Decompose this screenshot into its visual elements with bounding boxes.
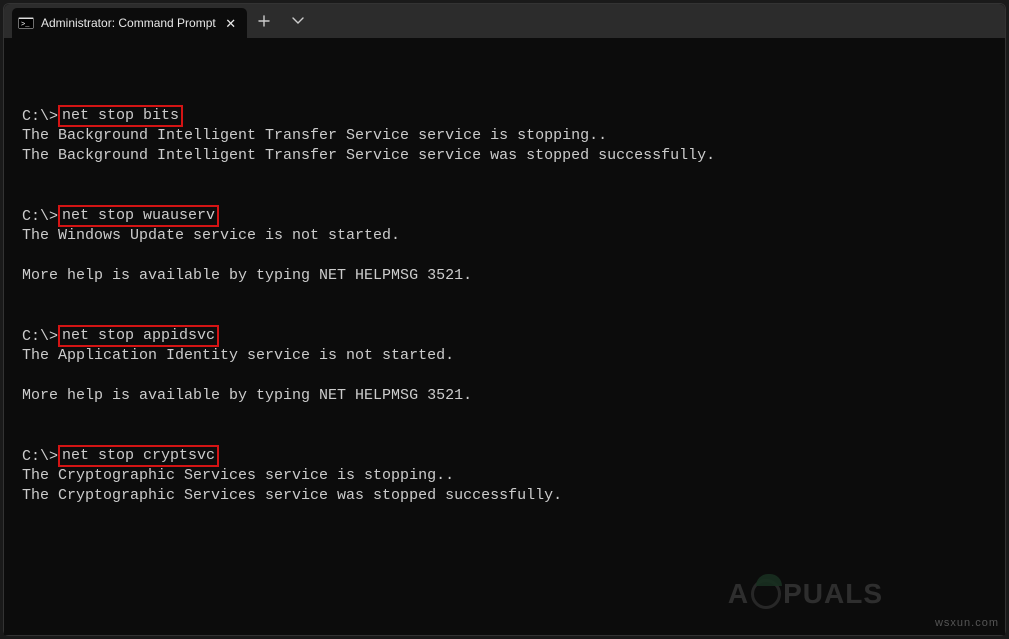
terminal-line bbox=[22, 546, 1005, 566]
terminal-body[interactable]: C:\>net stop bitsThe Background Intellig… bbox=[4, 38, 1005, 635]
svg-text:>_: >_ bbox=[21, 21, 30, 29]
terminal-line: C:\>net stop bits bbox=[22, 106, 1005, 126]
tab-title: Administrator: Command Prompt bbox=[41, 16, 216, 30]
watermark-logo: A PUALS bbox=[728, 578, 883, 610]
prompt: C:\> bbox=[22, 108, 58, 125]
command-text: net stop cryptsvc bbox=[58, 445, 219, 467]
command-text: net stop appidsvc bbox=[58, 325, 219, 347]
prompt: C:\> bbox=[22, 328, 58, 345]
prompt: C:\> bbox=[22, 208, 58, 225]
terminal-line bbox=[22, 526, 1005, 546]
output-line: More help is available by typing NET HEL… bbox=[22, 266, 1005, 286]
output-line: The Cryptographic Services service was s… bbox=[22, 486, 1005, 506]
terminal-line: C:\>net stop cryptsvc bbox=[22, 446, 1005, 466]
terminal-line: C:\>net stop appidsvc bbox=[22, 326, 1005, 346]
output-line: The Background Intelligent Transfer Serv… bbox=[22, 126, 1005, 146]
terminal-line bbox=[22, 186, 1005, 206]
tab-active[interactable]: >_ Administrator: Command Prompt ✕ bbox=[12, 8, 247, 38]
terminal-line bbox=[22, 426, 1005, 446]
command-text: net stop bits bbox=[58, 105, 183, 127]
output-line: The Background Intelligent Transfer Serv… bbox=[22, 146, 1005, 166]
terminal-line bbox=[22, 406, 1005, 426]
terminal-line bbox=[22, 86, 1005, 106]
output-line: The Windows Update service is not starte… bbox=[22, 226, 1005, 246]
output-line: More help is available by typing NET HEL… bbox=[22, 386, 1005, 406]
titlebar: >_ Administrator: Command Prompt ✕ bbox=[4, 4, 1005, 38]
cmd-icon: >_ bbox=[18, 16, 34, 30]
terminal-line bbox=[22, 166, 1005, 186]
terminal-line bbox=[22, 246, 1005, 266]
close-icon[interactable]: ✕ bbox=[223, 17, 239, 30]
terminal-line bbox=[22, 506, 1005, 526]
terminal-line bbox=[22, 306, 1005, 326]
terminal-line bbox=[22, 46, 1005, 66]
tab-dropdown-button[interactable] bbox=[281, 4, 315, 38]
output-line: The Cryptographic Services service is st… bbox=[22, 466, 1005, 486]
terminal-line: C:\>net stop wuauserv bbox=[22, 206, 1005, 226]
terminal-line bbox=[22, 366, 1005, 386]
terminal-window: >_ Administrator: Command Prompt ✕ C:\>n… bbox=[3, 3, 1006, 636]
command-text: net stop wuauserv bbox=[58, 205, 219, 227]
output-line: The Application Identity service is not … bbox=[22, 346, 1005, 366]
watermark-text: wsxun.com bbox=[935, 617, 999, 629]
new-tab-button[interactable] bbox=[247, 4, 281, 38]
terminal-line bbox=[22, 286, 1005, 306]
terminal-line bbox=[22, 66, 1005, 86]
prompt: C:\> bbox=[22, 448, 58, 465]
